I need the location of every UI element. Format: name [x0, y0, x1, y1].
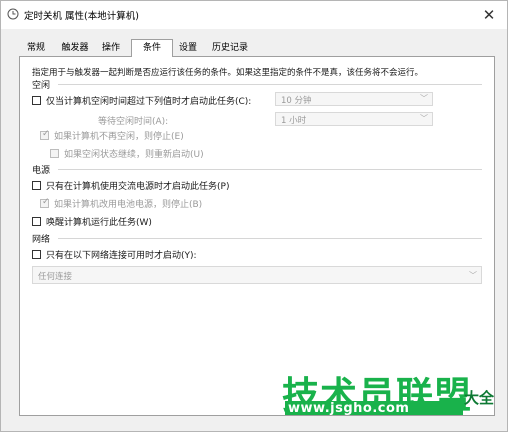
close-button[interactable]: ✕ — [475, 1, 503, 29]
tab-settings[interactable]: 设置 — [175, 41, 201, 55]
idle-duration-select[interactable]: 10 分钟 ﹀ — [275, 92, 433, 106]
wait-idle-select[interactable]: 1 小时 ﹀ — [275, 112, 433, 126]
wait-for-idle-label: 等待空闲时间(A): — [98, 117, 169, 127]
close-icon: ✕ — [482, 6, 496, 24]
ac-power-only-checkbox[interactable] — [32, 181, 41, 190]
chevron-down-icon: ﹀ — [420, 114, 428, 123]
tab-general[interactable]: 常规 — [23, 41, 49, 55]
tab-history[interactable]: 历史记录 — [207, 41, 253, 55]
restart-if-idle-label: 如果空闲状态继续，则重新启动(U) — [64, 150, 204, 160]
stop-if-not-idle-checkbox[interactable]: ✓ — [40, 129, 50, 140]
wait-idle-value: 1 小时 — [281, 116, 307, 126]
tab-actions[interactable]: 操作 — [98, 41, 124, 55]
wake-to-run-checkbox[interactable] — [32, 217, 41, 226]
wake-to-run-label: 唤醒计算机运行此任务(W) — [46, 218, 152, 228]
clock-icon — [7, 8, 19, 20]
section-divider — [58, 169, 482, 170]
tab-triggers[interactable]: 触发器 — [57, 41, 93, 55]
properties-window: 定时关机 属性(本地计算机) ✕ 常规 触发器 操作 条件 设置 历史记录 指定… — [0, 0, 508, 432]
section-network-title: 网络 — [32, 235, 51, 245]
chevron-down-icon: ﹀ — [469, 271, 477, 280]
section-idle-title: 空闲 — [32, 81, 51, 91]
checkmark-icon: ✓ — [42, 197, 50, 207]
restart-if-idle-checkbox[interactable] — [50, 149, 59, 158]
conditions-panel: 指定用于与触发器一起判断是否应运行该任务的条件。如果这里指定的条件不是真，该任务… — [19, 56, 495, 417]
start-if-idle-label: 仅当计算机空闲时间超过下列值时才启动此任务(C): — [46, 97, 252, 107]
stop-on-battery-checkbox[interactable]: ✓ — [40, 197, 50, 208]
network-only-label: 只有在以下网络连接可用时才启动(Y): — [46, 251, 197, 261]
section-power-title: 电源 — [32, 166, 51, 176]
stop-if-not-idle-label: 如果计算机不再空闲，则停止(E) — [54, 132, 184, 142]
network-only-checkbox[interactable] — [32, 250, 41, 259]
section-divider — [58, 238, 482, 239]
checkmark-icon: ✓ — [42, 129, 50, 139]
watermark-suffix: 大全 — [464, 389, 495, 407]
conditions-description: 指定用于与触发器一起判断是否应运行该任务的条件。如果这里指定的条件不是真，该任务… — [32, 68, 424, 78]
idle-duration-value: 10 分钟 — [281, 96, 312, 106]
network-connection-value: 任何连接 — [38, 272, 73, 282]
chevron-down-icon: ﹀ — [420, 94, 428, 103]
tab-conditions[interactable]: 条件 — [131, 39, 173, 57]
section-divider — [58, 84, 482, 85]
dialog-footer — [19, 415, 493, 425]
ac-power-only-label: 只有在计算机使用交流电源时才启动此任务(P) — [46, 182, 230, 192]
stop-on-battery-label: 如果计算机改用电池电源，则停止(B) — [54, 200, 203, 210]
start-if-idle-checkbox[interactable] — [32, 96, 41, 105]
window-title: 定时关机 属性(本地计算机) — [24, 11, 139, 22]
network-connection-select[interactable]: 任何连接 ﹀ — [32, 266, 482, 284]
watermark-url: www.jsgho.com — [288, 401, 410, 416]
title-bar: 定时关机 属性(本地计算机) ✕ — [1, 1, 507, 29]
